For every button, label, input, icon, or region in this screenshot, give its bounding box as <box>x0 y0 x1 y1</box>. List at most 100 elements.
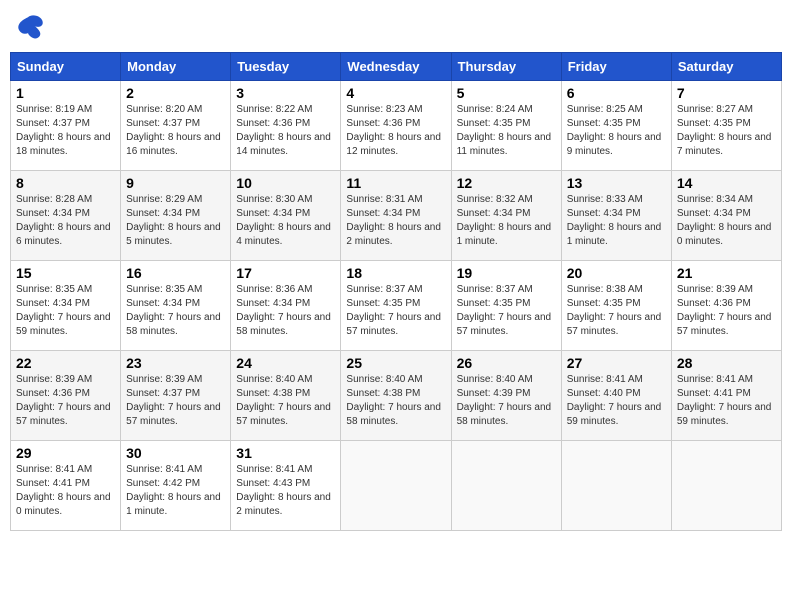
calendar-cell: 20 Sunrise: 8:38 AMSunset: 4:35 PMDaylig… <box>561 261 671 351</box>
calendar-cell: 22 Sunrise: 8:39 AMSunset: 4:36 PMDaylig… <box>11 351 121 441</box>
day-info: Sunrise: 8:23 AMSunset: 4:36 PMDaylight:… <box>346 104 441 157</box>
calendar-cell: 28 Sunrise: 8:41 AMSunset: 4:41 PMDaylig… <box>671 351 781 441</box>
calendar-cell <box>561 441 671 531</box>
day-info: Sunrise: 8:39 AMSunset: 4:36 PMDaylight:… <box>16 374 111 427</box>
calendar-cell: 8 Sunrise: 8:28 AMSunset: 4:34 PMDayligh… <box>11 171 121 261</box>
calendar-cell <box>451 441 561 531</box>
day-number: 4 <box>346 85 445 101</box>
calendar-cell: 23 Sunrise: 8:39 AMSunset: 4:37 PMDaylig… <box>121 351 231 441</box>
day-info: Sunrise: 8:41 AMSunset: 4:43 PMDaylight:… <box>236 464 331 517</box>
day-number: 20 <box>567 265 666 281</box>
day-info: Sunrise: 8:41 AMSunset: 4:41 PMDaylight:… <box>16 464 111 517</box>
day-info: Sunrise: 8:28 AMSunset: 4:34 PMDaylight:… <box>16 194 111 247</box>
page-header <box>10 10 782 46</box>
day-info: Sunrise: 8:38 AMSunset: 4:35 PMDaylight:… <box>567 284 662 337</box>
day-number: 30 <box>126 445 225 461</box>
day-info: Sunrise: 8:33 AMSunset: 4:34 PMDaylight:… <box>567 194 662 247</box>
day-number: 19 <box>457 265 556 281</box>
calendar-cell: 13 Sunrise: 8:33 AMSunset: 4:34 PMDaylig… <box>561 171 671 261</box>
day-info: Sunrise: 8:37 AMSunset: 4:35 PMDaylight:… <box>346 284 441 337</box>
day-info: Sunrise: 8:25 AMSunset: 4:35 PMDaylight:… <box>567 104 662 157</box>
day-number: 16 <box>126 265 225 281</box>
calendar-cell: 6 Sunrise: 8:25 AMSunset: 4:35 PMDayligh… <box>561 81 671 171</box>
day-number: 2 <box>126 85 225 101</box>
day-of-week-header: Tuesday <box>231 53 341 81</box>
day-of-week-header: Saturday <box>671 53 781 81</box>
day-info: Sunrise: 8:36 AMSunset: 4:34 PMDaylight:… <box>236 284 331 337</box>
calendar-table: SundayMondayTuesdayWednesdayThursdayFrid… <box>10 52 782 531</box>
day-info: Sunrise: 8:40 AMSunset: 4:39 PMDaylight:… <box>457 374 552 427</box>
day-number: 27 <box>567 355 666 371</box>
day-number: 28 <box>677 355 776 371</box>
day-number: 8 <box>16 175 115 191</box>
day-number: 11 <box>346 175 445 191</box>
calendar-week-row: 1 Sunrise: 8:19 AMSunset: 4:37 PMDayligh… <box>11 81 782 171</box>
day-of-week-header: Wednesday <box>341 53 451 81</box>
day-number: 24 <box>236 355 335 371</box>
logo-bird-icon <box>10 10 46 46</box>
calendar-cell: 19 Sunrise: 8:37 AMSunset: 4:35 PMDaylig… <box>451 261 561 351</box>
day-number: 14 <box>677 175 776 191</box>
day-of-week-header: Monday <box>121 53 231 81</box>
day-number: 5 <box>457 85 556 101</box>
day-info: Sunrise: 8:40 AMSunset: 4:38 PMDaylight:… <box>346 374 441 427</box>
day-number: 7 <box>677 85 776 101</box>
day-info: Sunrise: 8:41 AMSunset: 4:41 PMDaylight:… <box>677 374 772 427</box>
day-info: Sunrise: 8:32 AMSunset: 4:34 PMDaylight:… <box>457 194 552 247</box>
day-number: 15 <box>16 265 115 281</box>
calendar-cell: 18 Sunrise: 8:37 AMSunset: 4:35 PMDaylig… <box>341 261 451 351</box>
day-number: 26 <box>457 355 556 371</box>
calendar-cell: 9 Sunrise: 8:29 AMSunset: 4:34 PMDayligh… <box>121 171 231 261</box>
day-info: Sunrise: 8:27 AMSunset: 4:35 PMDaylight:… <box>677 104 772 157</box>
calendar-cell: 3 Sunrise: 8:22 AMSunset: 4:36 PMDayligh… <box>231 81 341 171</box>
day-info: Sunrise: 8:35 AMSunset: 4:34 PMDaylight:… <box>16 284 111 337</box>
day-info: Sunrise: 8:20 AMSunset: 4:37 PMDaylight:… <box>126 104 221 157</box>
calendar-cell: 1 Sunrise: 8:19 AMSunset: 4:37 PMDayligh… <box>11 81 121 171</box>
calendar-cell: 11 Sunrise: 8:31 AMSunset: 4:34 PMDaylig… <box>341 171 451 261</box>
day-number: 21 <box>677 265 776 281</box>
calendar-cell: 26 Sunrise: 8:40 AMSunset: 4:39 PMDaylig… <box>451 351 561 441</box>
day-number: 25 <box>346 355 445 371</box>
calendar-cell: 16 Sunrise: 8:35 AMSunset: 4:34 PMDaylig… <box>121 261 231 351</box>
day-of-week-header: Thursday <box>451 53 561 81</box>
calendar-cell: 27 Sunrise: 8:41 AMSunset: 4:40 PMDaylig… <box>561 351 671 441</box>
calendar-cell <box>341 441 451 531</box>
day-info: Sunrise: 8:31 AMSunset: 4:34 PMDaylight:… <box>346 194 441 247</box>
day-info: Sunrise: 8:40 AMSunset: 4:38 PMDaylight:… <box>236 374 331 427</box>
day-info: Sunrise: 8:22 AMSunset: 4:36 PMDaylight:… <box>236 104 331 157</box>
calendar-cell: 30 Sunrise: 8:41 AMSunset: 4:42 PMDaylig… <box>121 441 231 531</box>
calendar-cell: 2 Sunrise: 8:20 AMSunset: 4:37 PMDayligh… <box>121 81 231 171</box>
day-number: 10 <box>236 175 335 191</box>
calendar-cell: 29 Sunrise: 8:41 AMSunset: 4:41 PMDaylig… <box>11 441 121 531</box>
calendar-cell: 7 Sunrise: 8:27 AMSunset: 4:35 PMDayligh… <box>671 81 781 171</box>
calendar-cell: 12 Sunrise: 8:32 AMSunset: 4:34 PMDaylig… <box>451 171 561 261</box>
calendar-cell: 4 Sunrise: 8:23 AMSunset: 4:36 PMDayligh… <box>341 81 451 171</box>
day-number: 23 <box>126 355 225 371</box>
day-info: Sunrise: 8:35 AMSunset: 4:34 PMDaylight:… <box>126 284 221 337</box>
calendar-cell: 17 Sunrise: 8:36 AMSunset: 4:34 PMDaylig… <box>231 261 341 351</box>
calendar-week-row: 8 Sunrise: 8:28 AMSunset: 4:34 PMDayligh… <box>11 171 782 261</box>
calendar-week-row: 22 Sunrise: 8:39 AMSunset: 4:36 PMDaylig… <box>11 351 782 441</box>
day-number: 22 <box>16 355 115 371</box>
day-number: 17 <box>236 265 335 281</box>
calendar-cell: 31 Sunrise: 8:41 AMSunset: 4:43 PMDaylig… <box>231 441 341 531</box>
calendar-cell: 10 Sunrise: 8:30 AMSunset: 4:34 PMDaylig… <box>231 171 341 261</box>
day-of-week-header: Friday <box>561 53 671 81</box>
day-info: Sunrise: 8:29 AMSunset: 4:34 PMDaylight:… <box>126 194 221 247</box>
calendar-cell: 24 Sunrise: 8:40 AMSunset: 4:38 PMDaylig… <box>231 351 341 441</box>
day-info: Sunrise: 8:39 AMSunset: 4:37 PMDaylight:… <box>126 374 221 427</box>
day-number: 18 <box>346 265 445 281</box>
day-info: Sunrise: 8:37 AMSunset: 4:35 PMDaylight:… <box>457 284 552 337</box>
day-info: Sunrise: 8:19 AMSunset: 4:37 PMDaylight:… <box>16 104 111 157</box>
day-info: Sunrise: 8:41 AMSunset: 4:42 PMDaylight:… <box>126 464 221 517</box>
day-number: 6 <box>567 85 666 101</box>
day-of-week-header: Sunday <box>11 53 121 81</box>
calendar-header-row: SundayMondayTuesdayWednesdayThursdayFrid… <box>11 53 782 81</box>
calendar-week-row: 29 Sunrise: 8:41 AMSunset: 4:41 PMDaylig… <box>11 441 782 531</box>
calendar-cell <box>671 441 781 531</box>
day-number: 3 <box>236 85 335 101</box>
calendar-cell: 25 Sunrise: 8:40 AMSunset: 4:38 PMDaylig… <box>341 351 451 441</box>
day-number: 9 <box>126 175 225 191</box>
day-number: 13 <box>567 175 666 191</box>
calendar-cell: 5 Sunrise: 8:24 AMSunset: 4:35 PMDayligh… <box>451 81 561 171</box>
